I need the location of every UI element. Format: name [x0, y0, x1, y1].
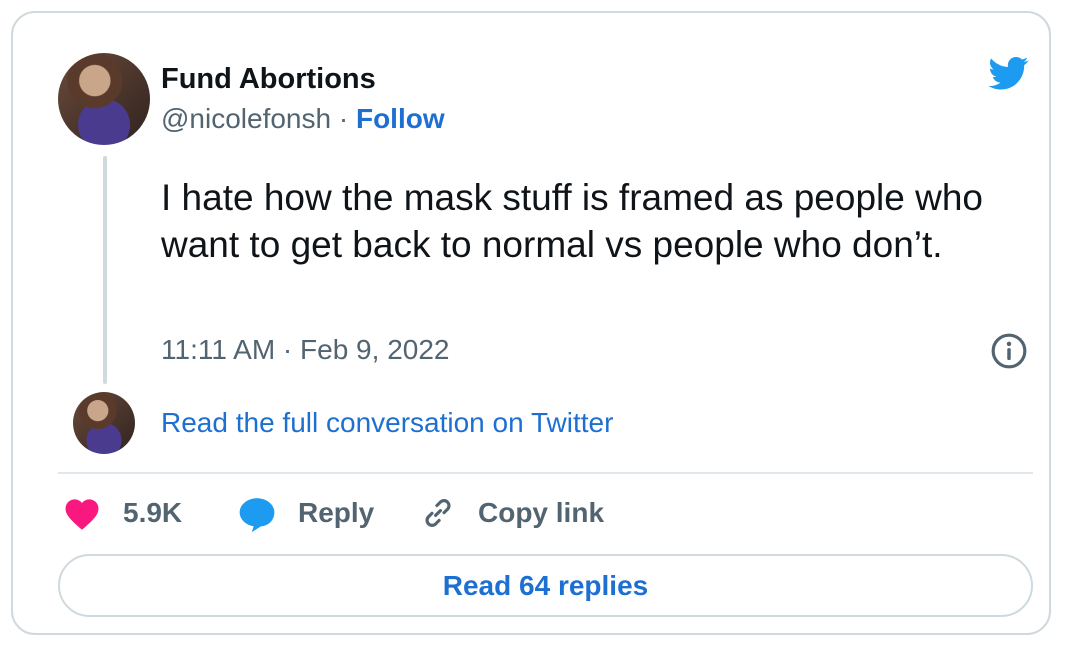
author-avatar[interactable] [58, 53, 150, 145]
follow-button[interactable]: Follow [356, 103, 445, 134]
author-handle-row: @nicolefonsh · Follow [161, 103, 445, 135]
like-count[interactable]: 5.9K [123, 497, 182, 529]
tweet-text: I hate how the mask stuff is framed as p… [161, 177, 983, 265]
tweet-embed-card: Fund Abortions @nicolefonsh · Follow I h… [11, 11, 1051, 635]
read-replies-button[interactable]: Read 64 replies [58, 554, 1033, 617]
speech-bubble-icon[interactable] [237, 495, 277, 533]
divider [58, 472, 1033, 474]
author-avatar-small[interactable] [73, 392, 135, 454]
author-handle[interactable]: @nicolefonsh [161, 103, 331, 134]
thread-line [103, 156, 107, 384]
author-display-name[interactable]: Fund Abortions [161, 63, 376, 96]
link-icon[interactable] [419, 494, 457, 532]
handle-separator: · [331, 103, 356, 134]
reply-button[interactable]: Reply [298, 497, 374, 529]
heart-icon[interactable] [63, 495, 101, 531]
tweet-timestamp[interactable]: 11:11 AM · Feb 9, 2022 [161, 334, 449, 366]
info-icon[interactable] [990, 332, 1028, 370]
read-full-conversation-link[interactable]: Read the full conversation on Twitter [161, 407, 613, 439]
copy-link-button[interactable]: Copy link [478, 497, 604, 529]
twitter-bird-icon[interactable] [985, 53, 1033, 93]
